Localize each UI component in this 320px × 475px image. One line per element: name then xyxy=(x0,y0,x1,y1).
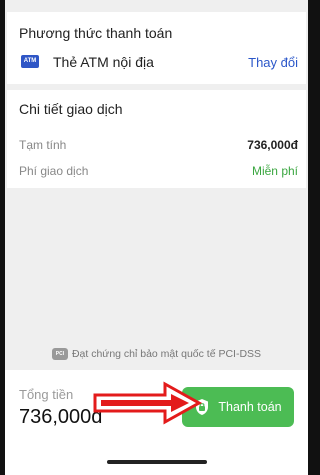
payment-method-title: Phương thức thanh toán xyxy=(19,25,173,41)
security-note-text: Đạt chứng chỉ bảo mật quốc tế PCI-DSS xyxy=(71,348,262,360)
pay-button-label: Thanh toán xyxy=(218,400,282,414)
red-arrow-annotation xyxy=(93,381,203,425)
total-value: 736,000đ xyxy=(19,406,103,428)
total-label: Tổng tiền xyxy=(19,387,74,402)
security-note: PCI Đạt chứng chỉ bảo mật quốc tế PCI-DSS xyxy=(5,348,308,361)
change-method-link[interactable]: Thay đổi xyxy=(248,55,298,70)
transaction-detail-title: Chi tiết giao dịch xyxy=(19,101,123,117)
pci-icon: PCI xyxy=(51,348,68,361)
phone-screen: Phương thức thanh toán ATM Thẻ ATM nội đ… xyxy=(5,0,308,475)
transaction-detail-card: Chi tiết giao dịch Tạm tính 736,000đ Phí… xyxy=(7,90,306,188)
subtotal-label: Tạm tính xyxy=(19,138,67,152)
payment-method-label: Thẻ ATM nội địa xyxy=(53,54,154,70)
home-indicator xyxy=(107,460,207,464)
subtotal-value: 736,000đ xyxy=(247,138,298,152)
atm-card-icon: ATM xyxy=(21,55,39,68)
fee-value: Miễn phí xyxy=(251,164,298,178)
payment-method-card: Phương thức thanh toán ATM Thẻ ATM nội đ… xyxy=(7,12,306,84)
fee-label: Phí giao dịch xyxy=(19,164,89,178)
